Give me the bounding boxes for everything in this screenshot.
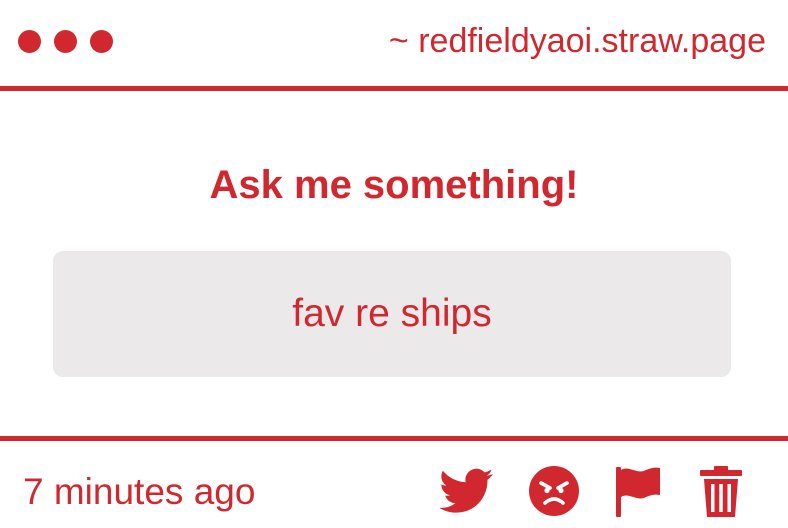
question-text: fav re ships bbox=[292, 292, 492, 335]
window-dot-icon bbox=[18, 30, 41, 53]
action-bar bbox=[438, 463, 758, 519]
window-dot-icon bbox=[54, 30, 77, 53]
ask-card: ~ redfieldyaoi.straw.page Ask me somethi… bbox=[0, 0, 788, 528]
question-box: fav re ships bbox=[53, 251, 731, 377]
react-angry-button[interactable] bbox=[526, 463, 582, 519]
delete-button[interactable] bbox=[696, 463, 746, 519]
timestamp: 7 minutes ago bbox=[23, 471, 256, 512]
twitter-icon bbox=[440, 468, 494, 513]
divider bbox=[0, 86, 788, 91]
window-controls bbox=[18, 30, 113, 53]
window-dot-icon bbox=[90, 30, 113, 53]
report-button[interactable] bbox=[612, 463, 664, 519]
page-title: Ask me something! bbox=[209, 163, 579, 207]
share-twitter-button[interactable] bbox=[438, 463, 496, 519]
page-url[interactable]: ~ redfieldyaoi.straw.page bbox=[389, 20, 766, 62]
title-bar: ~ redfieldyaoi.straw.page bbox=[0, 0, 788, 86]
angry-face-icon bbox=[529, 466, 579, 516]
trash-icon bbox=[700, 466, 742, 517]
footer: 7 minutes ago bbox=[0, 441, 788, 528]
flag-icon bbox=[616, 467, 660, 517]
